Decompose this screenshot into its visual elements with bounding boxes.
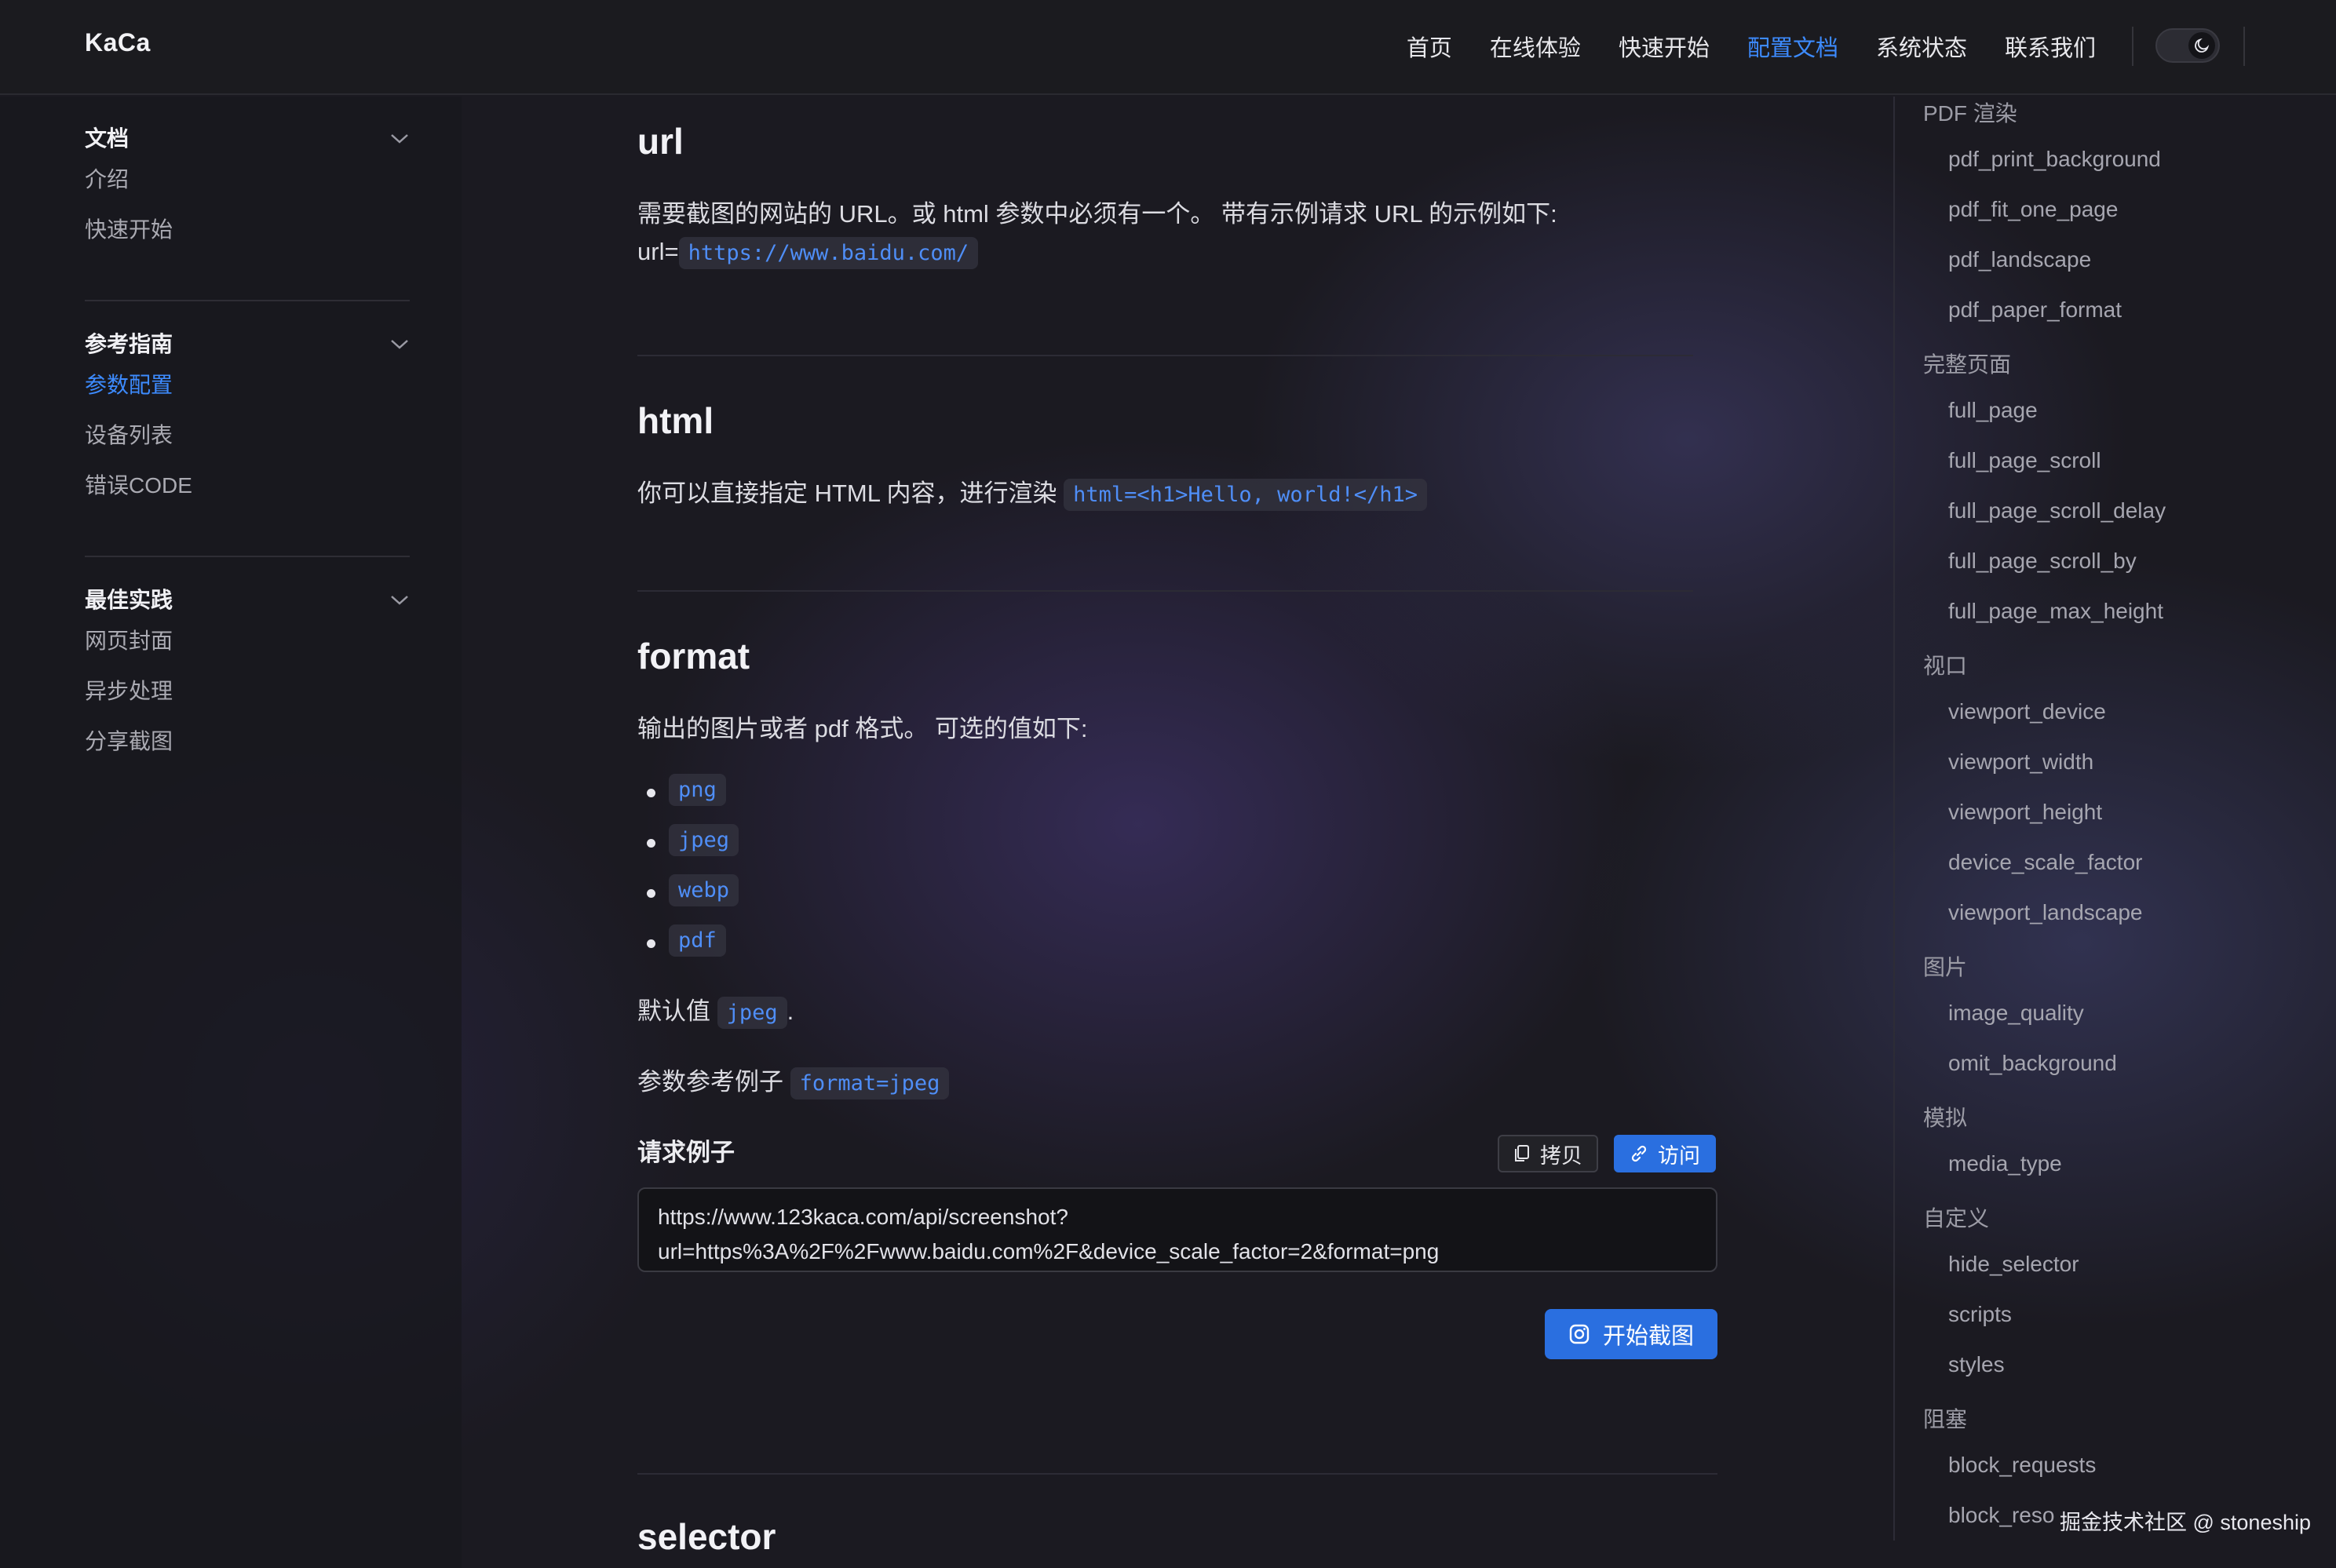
section-divider: [637, 1473, 1717, 1475]
format-option: pdf: [669, 924, 726, 957]
brand-logo[interactable]: KaCa: [85, 28, 151, 57]
chevron-down-icon: [391, 340, 408, 349]
nav-quick-start[interactable]: 快速开始: [1619, 30, 1710, 63]
start-screenshot-button[interactable]: 开始截图: [1544, 1309, 1717, 1359]
sidebar-item-quick-start[interactable]: 快速开始: [85, 205, 410, 255]
nav-contact[interactable]: 联系我们: [2005, 30, 2096, 63]
toc-item[interactable]: omit_background: [1948, 1051, 2117, 1076]
nav-home[interactable]: 首页: [1407, 30, 1452, 63]
section-title-selector: selector: [637, 1516, 776, 1557]
nav-divider: [2243, 27, 2245, 66]
format-description: 输出的图片或者 pdf 格式。 可选的值如下:: [637, 715, 1088, 742]
html-description: 你可以直接指定 HTML 内容，进行渲染 html=<h1>Hello, wor…: [637, 473, 1427, 511]
toc-item[interactable]: full_page_scroll: [1948, 448, 2101, 473]
nav-system-status[interactable]: 系统状态: [1876, 30, 1967, 63]
watermark: 掘金技术社区 @ stoneship: [2060, 1511, 2311, 1534]
top-navbar: KaCa 首页 在线体验 快速开始 配置文档 系统状态 联系我们: [0, 0, 2336, 95]
toc-item[interactable]: media_type: [1948, 1151, 2062, 1176]
sidebar-item-devices[interactable]: 设备列表: [85, 410, 410, 461]
toc-category: PDF 渲染: [1923, 101, 2017, 126]
sidebar-group-reference: 参考指南 参数配置 设备列表 错误CODE: [85, 329, 410, 511]
list-bullet: [647, 889, 655, 898]
link-icon: [1631, 1145, 1647, 1162]
url-example-code: https://www.baidu.com/: [678, 237, 979, 269]
main-nav: 首页 在线体验 快速开始 配置文档 系统状态 联系我们: [1407, 30, 2096, 63]
copy-button[interactable]: 拷贝: [1498, 1135, 1598, 1172]
url-description: 需要截图的网站的 URL。或 html 参数中必须有一个。 带有示例请求 URL…: [637, 200, 1557, 228]
sidebar-group-best-practice: 最佳实践 网页封面 异步处理 分享截图: [85, 585, 410, 767]
section-title-url: url: [637, 121, 684, 162]
toc-category: 阻塞: [1923, 1407, 1968, 1431]
toc-item[interactable]: viewport_landscape: [1948, 900, 2143, 925]
sidebar-item-params[interactable]: 参数配置: [85, 360, 410, 410]
toc-item[interactable]: full_page_scroll_by: [1948, 549, 2137, 574]
sidebar-item-error-code[interactable]: 错误CODE: [85, 461, 410, 511]
url-example: url= https://www.baidu.com/: [637, 237, 979, 269]
nav-config-docs[interactable]: 配置文档: [1747, 30, 1838, 63]
toc-item[interactable]: full_page_scroll_delay: [1948, 498, 2166, 523]
format-default: 默认值 jpeg.: [637, 991, 794, 1029]
chevron-down-icon: [391, 134, 408, 144]
theme-toggle[interactable]: [2155, 28, 2220, 63]
toc-item[interactable]: hide_selector: [1948, 1252, 2079, 1277]
sidebar-group-title[interactable]: 最佳实践: [85, 585, 410, 616]
chevron-down-icon: [391, 596, 408, 605]
default-value-code: jpeg: [717, 997, 787, 1029]
toc-item[interactable]: block_reso: [1948, 1503, 2054, 1528]
toc-item[interactable]: viewport_height: [1948, 800, 2102, 825]
request-url-line: url=https%3A%2F%2Fwww.baidu.com%2F&devic…: [658, 1239, 1440, 1264]
section-title-html: html: [637, 400, 714, 441]
table-of-contents: PDF 渲染 pdf_print_background pdf_fit_one_pa…: [1893, 97, 2336, 1541]
toc-item[interactable]: block_requests: [1948, 1453, 2096, 1478]
sidebar-group-docs: 文档 介绍 快速开始: [85, 123, 410, 255]
section-divider: [637, 590, 1693, 592]
visit-button[interactable]: 访问: [1614, 1135, 1716, 1172]
toc-category: 自定义: [1923, 1206, 1990, 1231]
sidebar-item-share[interactable]: 分享截图: [85, 717, 410, 767]
toc-item[interactable]: device_scale_factor: [1948, 850, 2142, 875]
nav-online-demo[interactable]: 在线体验: [1490, 30, 1581, 63]
toc-item[interactable]: styles: [1948, 1352, 2005, 1377]
toc-category: 图片: [1923, 955, 1968, 979]
sidebar-group-title[interactable]: 参考指南: [85, 329, 410, 360]
moon-icon: [2188, 32, 2215, 59]
sidebar-divider: [85, 556, 410, 557]
list-bullet: [647, 939, 655, 948]
html-example-code: html=<h1>Hello, world!</h1>: [1064, 479, 1427, 511]
copy-icon: [1515, 1145, 1529, 1161]
format-option: jpeg: [669, 824, 739, 856]
request-url-box[interactable]: https://www.123kaca.com/api/screenshot? …: [637, 1187, 1717, 1272]
toc-item[interactable]: viewport_width: [1948, 749, 2093, 775]
sidebar-item-cover[interactable]: 网页封面: [85, 616, 410, 666]
toc-item[interactable]: full_page: [1948, 398, 2038, 423]
request-url-line: https://www.123kaca.com/api/screenshot?: [658, 1205, 1068, 1229]
toc-item[interactable]: pdf_print_background: [1948, 147, 2161, 172]
list-bullet: [647, 789, 655, 797]
toc-item[interactable]: pdf_paper_format: [1948, 297, 2122, 323]
sidebar-item-intro[interactable]: 介绍: [85, 155, 410, 205]
toc-item[interactable]: viewport_device: [1948, 699, 2106, 724]
toc-item[interactable]: pdf_landscape: [1948, 247, 2091, 272]
format-example-code: format=jpeg: [790, 1067, 950, 1099]
toc-item[interactable]: scripts: [1948, 1302, 2012, 1327]
toc-item[interactable]: full_page_max_height: [1948, 599, 2163, 624]
sidebar-item-async[interactable]: 异步处理: [85, 666, 410, 717]
request-example-title: 请求例子: [637, 1139, 735, 1166]
toc-item[interactable]: image_quality: [1948, 1001, 2084, 1026]
format-option: webp: [669, 874, 739, 906]
toc-category: 模拟: [1923, 1106, 1968, 1130]
section-title-format: format: [637, 636, 750, 676]
sidebar-divider: [85, 300, 410, 301]
nav-divider: [2132, 27, 2133, 66]
toc-category: 视口: [1923, 654, 1968, 678]
left-sidebar: 文档 介绍 快速开始 参考指南 参数配置 设备列表 错误CODE 最佳实践 网页…: [0, 97, 462, 1568]
sidebar-group-title[interactable]: 文档: [85, 123, 410, 155]
toc-item[interactable]: pdf_fit_one_page: [1948, 197, 2118, 222]
toc-category: 完整页面: [1923, 352, 2012, 377]
camera-icon: [1569, 1324, 1590, 1344]
format-example: 参数参考例子 format=jpeg: [637, 1062, 950, 1099]
format-option: png: [669, 774, 726, 806]
list-bullet: [647, 839, 655, 848]
section-divider: [637, 355, 1693, 356]
